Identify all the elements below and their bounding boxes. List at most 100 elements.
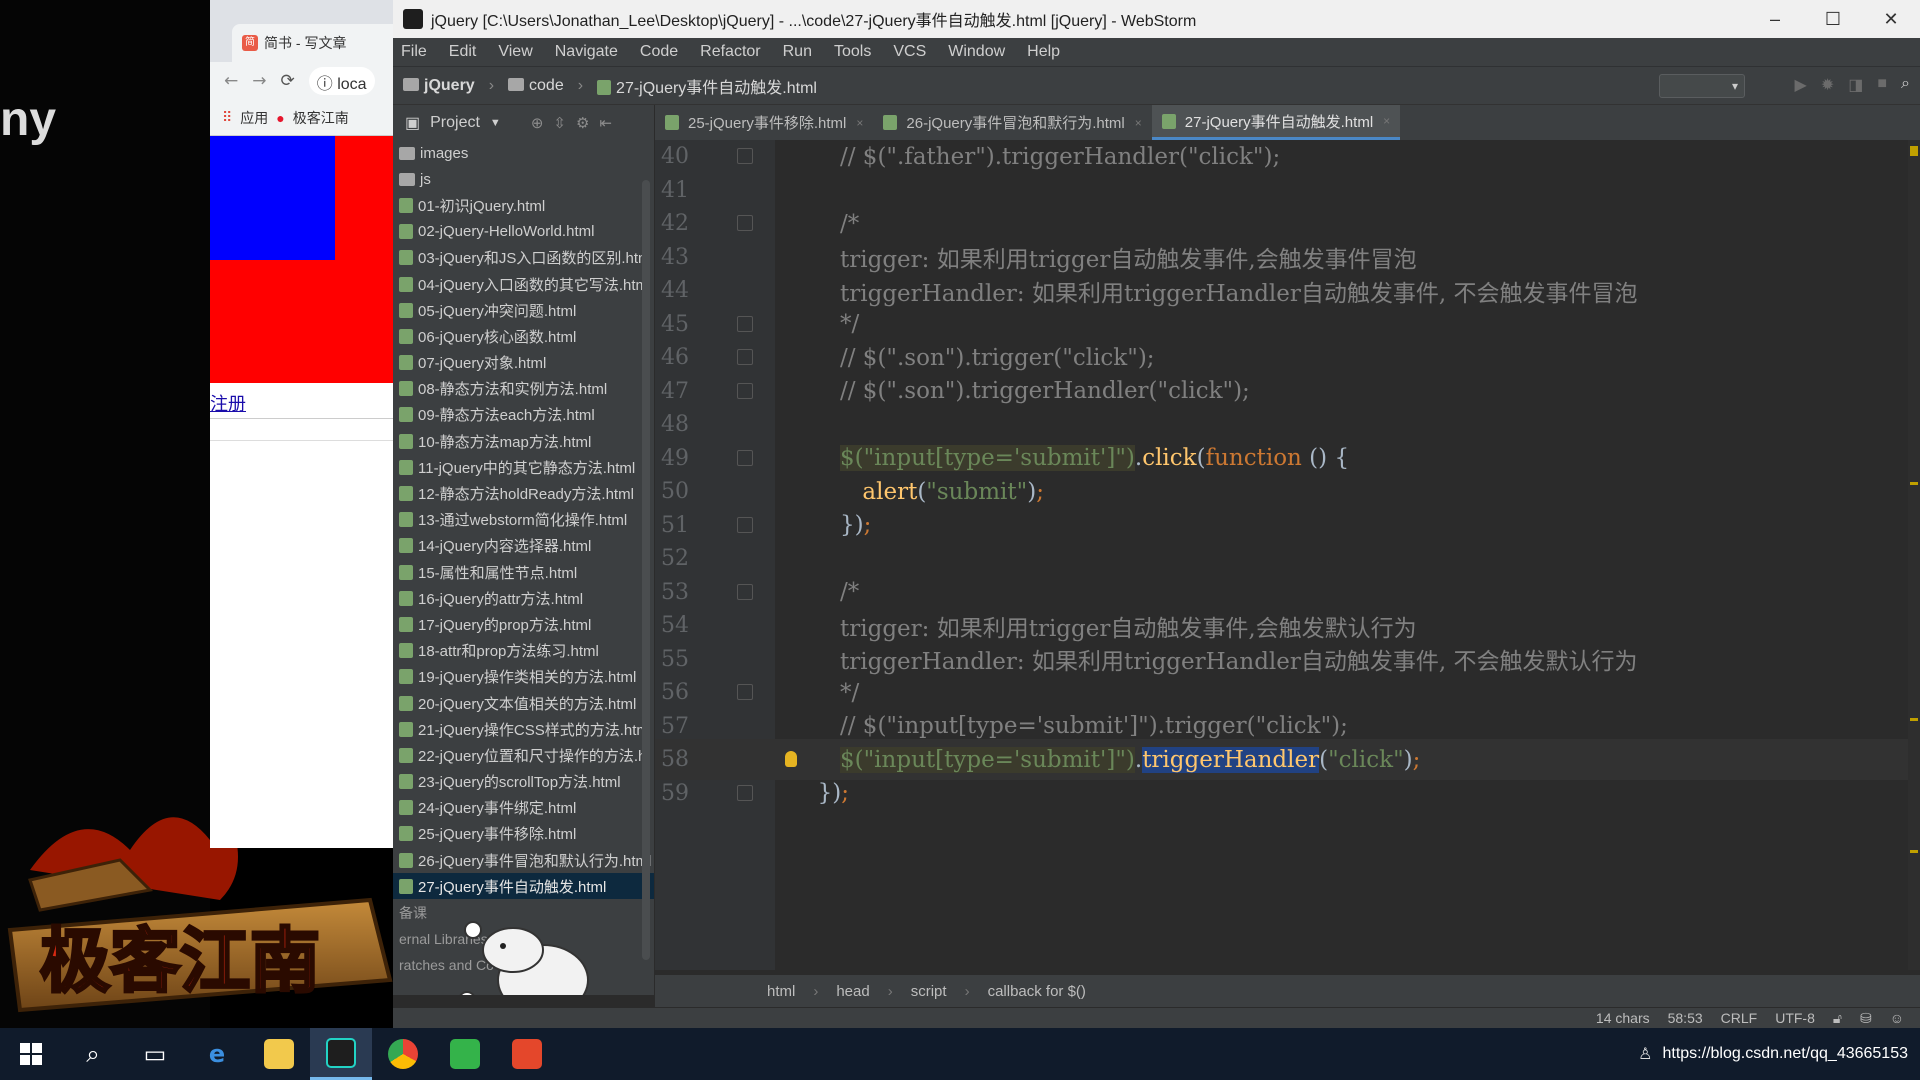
coverage-icon[interactable]: ◨ [1848, 75, 1863, 95]
fold-marker-icon[interactable] [737, 349, 753, 365]
tree-file[interactable]: 03-jQuery和JS入口函数的区别.htm [393, 245, 654, 271]
fold-marker-icon[interactable] [737, 784, 753, 801]
tree-file[interactable]: 07-jQuery对象.html [393, 350, 654, 376]
tree-file[interactable]: 04-jQuery入口函数的其它写法.htm [393, 271, 654, 297]
tree-file[interactable]: 11-jQuery中的其它静态方法.html [393, 454, 654, 480]
browser-tab[interactable]: 简 简书 - 写文章 [232, 24, 393, 62]
camtasia-icon[interactable] [434, 1028, 496, 1080]
tree-file[interactable]: 24-jQuery事件绑定.html [393, 795, 654, 821]
start-button[interactable] [0, 1028, 62, 1080]
tree-file[interactable]: 23-jQuery的scrollTop方法.html [393, 769, 654, 795]
tree-file[interactable]: 05-jQuery冲突问题.html [393, 297, 654, 323]
menu-refactor[interactable]: Refactor [700, 43, 760, 61]
apps-icon[interactable]: ⠿ [222, 109, 232, 126]
lock-icon[interactable]: 🔓︎ [1833, 1010, 1842, 1027]
reload-icon[interactable]: ⟳ [281, 71, 295, 91]
fold-marker-icon[interactable] [737, 148, 753, 164]
project-panel-header[interactable]: ▣ Project ▼ ⊕ ⇳ ⚙ ⇤ [393, 105, 655, 140]
tree-file[interactable]: 15-属性和属性节点.html [393, 559, 654, 585]
fold-marker-icon[interactable] [737, 315, 753, 332]
menu-code[interactable]: Code [640, 43, 678, 61]
tree-file[interactable]: 25-jQuery事件移除.html [393, 821, 654, 847]
webstorm-taskbar-icon[interactable] [310, 1028, 372, 1080]
locate-icon[interactable]: ⊕ [531, 114, 544, 132]
crumb-html[interactable]: html [767, 983, 795, 1000]
tree-folder[interactable]: js [393, 166, 654, 192]
menu-navigate[interactable]: Navigate [555, 43, 618, 61]
search-icon[interactable]: ⌕ [62, 1028, 124, 1080]
tab-25[interactable]: 25-jQuery事件移除.html × [655, 105, 873, 140]
tree-file[interactable]: 20-jQuery文本值相关的方法.html [393, 690, 654, 716]
fold-marker-icon[interactable] [737, 382, 753, 399]
editor-scrollbar[interactable] [1908, 140, 1920, 970]
file-explorer-icon[interactable] [248, 1028, 310, 1080]
tree-file[interactable]: 02-jQuery-HelloWorld.html [393, 219, 654, 245]
menu-tools[interactable]: Tools [834, 43, 871, 61]
tree-file[interactable]: 09-静态方法each方法.html [393, 402, 654, 428]
chevron-down-icon[interactable]: ▼ [490, 117, 501, 129]
debug-icon[interactable]: ✹ [1821, 75, 1834, 95]
tab-27[interactable]: 27-jQuery事件自动触发.html × [1151, 105, 1401, 140]
tree-file[interactable]: 16-jQuery的attr方法.html [393, 585, 654, 611]
people-icon[interactable]: ♙ [1638, 1044, 1652, 1064]
crumb-callback[interactable]: callback for $() [988, 983, 1086, 1000]
tree-file[interactable]: 08-静态方法和实例方法.html [393, 376, 654, 402]
tree-scrollbar[interactable] [642, 180, 650, 960]
recorder-icon[interactable] [496, 1028, 558, 1080]
nav-crumb-project[interactable]: jQuery [403, 77, 475, 95]
code-editor[interactable]: 40 // $(".father").triggerHandler("click"… [655, 140, 1920, 970]
stop-icon[interactable]: ■ [1877, 75, 1887, 95]
fold-marker-icon[interactable] [737, 583, 753, 600]
bookmark-apps[interactable]: 应用 [240, 108, 268, 128]
close-tab-icon[interactable]: × [1135, 116, 1142, 130]
chrome-icon[interactable] [372, 1028, 434, 1080]
status-position[interactable]: 58:53 [1668, 1010, 1703, 1026]
tree-file[interactable]: 26-jQuery事件冒泡和默认行为.html [393, 847, 654, 873]
collapse-icon[interactable]: ⇳ [553, 114, 566, 132]
close-tab-icon[interactable]: × [856, 116, 863, 130]
inspector-icon[interactable]: ☺ [1890, 1010, 1904, 1026]
menu-view[interactable]: View [498, 43, 532, 61]
nav-crumb-file[interactable]: 27-jQuery事件自动触发.html [597, 74, 817, 98]
edge-icon[interactable]: e [186, 1028, 248, 1080]
status-encoding[interactable]: UTF-8 [1775, 1010, 1815, 1026]
menu-edit[interactable]: Edit [449, 43, 477, 61]
status-line-separator[interactable]: CRLF [1721, 1010, 1758, 1026]
maximize-button[interactable]: ☐ [1804, 0, 1862, 38]
menu-run[interactable]: Run [783, 43, 812, 61]
menu-help[interactable]: Help [1027, 43, 1060, 61]
crumb-head[interactable]: head [836, 983, 869, 1000]
nav-crumb-code[interactable]: code [508, 77, 564, 95]
tree-file[interactable]: 14-jQuery内容选择器.html [393, 533, 654, 559]
menu-file[interactable]: File [401, 43, 427, 61]
crumb-script[interactable]: script [911, 983, 947, 1000]
tree-file[interactable]: 27-jQuery事件自动触发.html [393, 873, 654, 900]
tree-file[interactable]: 12-静态方法holdReady方法.html [393, 480, 654, 506]
tree-file[interactable]: 13-通过webstorm简化操作.html [393, 507, 654, 533]
tree-file[interactable]: 17-jQuery的prop方法.html [393, 611, 654, 637]
tree-file[interactable]: 01-初识jQuery.html [393, 192, 654, 218]
register-link[interactable]: 注册 [210, 390, 246, 416]
fold-marker-icon[interactable] [737, 516, 753, 533]
tree-file[interactable]: 22-jQuery位置和尺寸操作的方法.h [393, 742, 654, 768]
minimize-button[interactable]: – [1746, 0, 1804, 38]
hide-icon[interactable]: ⇤ [599, 114, 612, 132]
tree-file[interactable]: 06-jQuery核心函数.html [393, 323, 654, 349]
tree-file[interactable]: 18-attr和prop方法练习.html [393, 638, 654, 664]
run-configuration-select[interactable]: ▾ [1659, 74, 1745, 98]
tree-file[interactable]: 10-静态方法map方法.html [393, 428, 654, 454]
tree-file[interactable]: 19-jQuery操作类相关的方法.html [393, 664, 654, 690]
back-icon[interactable]: ← [224, 71, 238, 91]
menu-vcs[interactable]: VCS [893, 43, 926, 61]
tree-folder[interactable]: images [393, 140, 654, 166]
fold-marker-icon[interactable] [737, 449, 753, 466]
close-tab-icon[interactable]: × [1383, 114, 1390, 128]
menu-window[interactable]: Window [948, 43, 1005, 61]
tree-file[interactable]: 21-jQuery操作CSS样式的方法.htm [393, 716, 654, 742]
fold-marker-icon[interactable] [737, 684, 753, 700]
close-button[interactable]: ✕ [1862, 0, 1920, 38]
lightbulb-icon[interactable] [785, 751, 797, 767]
address-bar[interactable]: ⓘ loca [308, 67, 375, 95]
fold-marker-icon[interactable] [737, 215, 753, 231]
forward-icon[interactable]: → [252, 71, 266, 91]
